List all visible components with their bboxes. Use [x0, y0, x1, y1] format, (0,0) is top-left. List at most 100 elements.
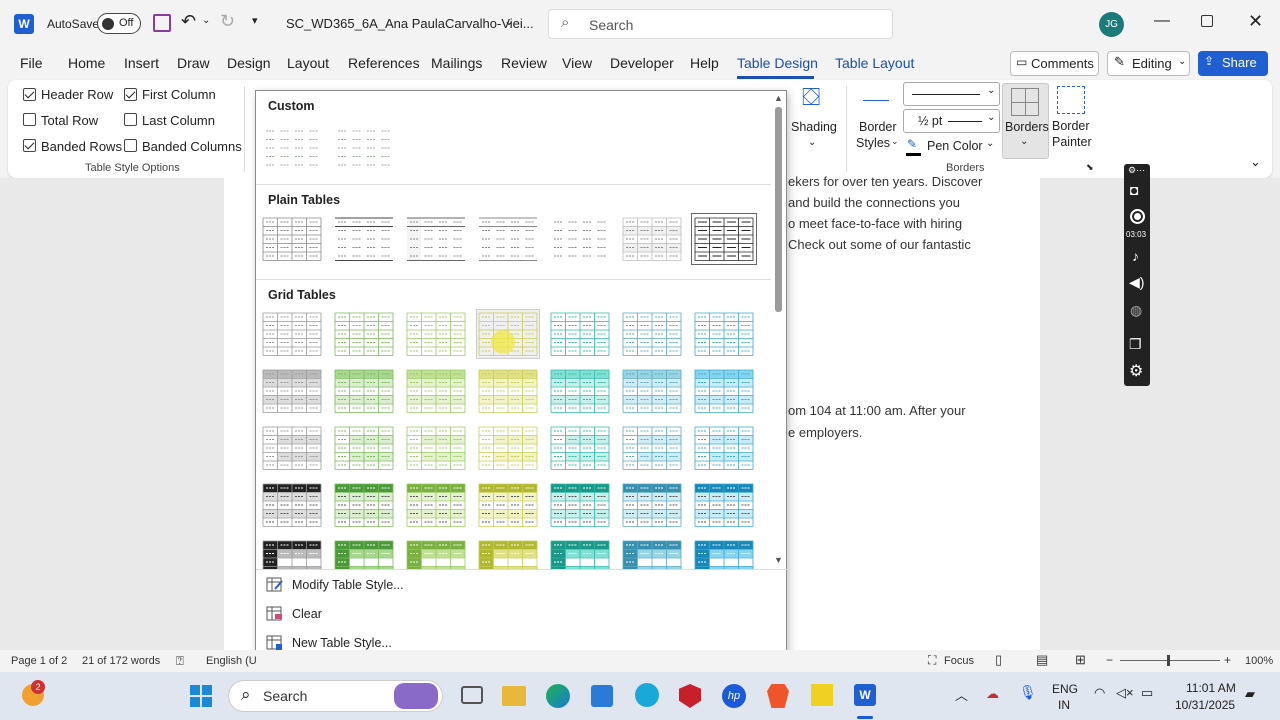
store-icon[interactable] [591, 685, 613, 707]
table-style-grid-5-5[interactable] [549, 538, 611, 569]
table-style-grid-4-6[interactable] [621, 481, 683, 529]
language-status[interactable]: English (U [206, 655, 257, 667]
input-language-line2[interactable]: IN [1058, 698, 1070, 712]
table-style-plain-4[interactable] [477, 215, 539, 263]
table-style-grid-3-1[interactable] [261, 424, 323, 472]
customize-qat-icon[interactable]: ▾ [252, 14, 258, 27]
focus-icon[interactable]: ⛶ [928, 653, 936, 668]
border-styles-button[interactable]: Border Styles ⌄ [854, 88, 904, 158]
camera-icon[interactable]: ◘ [1130, 182, 1138, 198]
tab-references[interactable]: References [348, 55, 420, 71]
hp-icon[interactable]: hp [722, 684, 746, 708]
border-painter-button[interactable]: Border Painter [1051, 84, 1097, 156]
editing-button[interactable]: ✎ Editing ⌄ [1107, 51, 1190, 76]
table-style-grid-3-7[interactable] [693, 424, 755, 472]
table-style-grid-3-5[interactable] [549, 424, 611, 472]
tab-table-design[interactable]: Table Design [737, 55, 818, 71]
web-layout-icon[interactable]: ⊞ [1075, 652, 1086, 668]
table-style-plain-7[interactable] [691, 213, 757, 265]
read-mode-icon[interactable]: ▯ [995, 652, 1002, 668]
table-style-grid-5-6[interactable] [621, 538, 683, 569]
mcafee-icon[interactable] [679, 684, 701, 708]
table-style-grid-5-7[interactable] [693, 538, 755, 569]
table-style-plain-3[interactable] [405, 215, 467, 263]
settings-gear-icon[interactable]: ⚙ [1129, 361, 1143, 381]
microphone-icon[interactable]: ♪ [1132, 248, 1139, 264]
battery-icon[interactable]: ▭ [1141, 685, 1153, 701]
table-style-grid-4-5[interactable] [549, 481, 611, 529]
file-explorer-icon[interactable] [502, 686, 526, 706]
dialog-launcher-icon[interactable]: ⬊ [1086, 162, 1094, 173]
tab-review[interactable]: Review [501, 55, 547, 71]
close-icon[interactable]: ✕ [1248, 11, 1263, 32]
table-style-grid-4-7[interactable] [693, 481, 755, 529]
line-weight-select[interactable]: ½ pt ⌄ [903, 109, 1000, 133]
collapse-ribbon-icon[interactable]: ⌄ [1250, 154, 1261, 170]
table-style-grid-4-3[interactable] [405, 481, 467, 529]
total-row-checkbox[interactable] [23, 113, 36, 126]
vpn-icon[interactable]: ☁ [986, 686, 999, 702]
tab-draw[interactable]: Draw [177, 55, 210, 71]
table-style-grid-2-7[interactable] [693, 367, 755, 415]
banded-rows-checkbox[interactable] [23, 139, 36, 152]
undo-icon[interactable]: ↶ [181, 11, 196, 32]
table-style-grid-1-6[interactable] [621, 310, 683, 358]
word-taskbar-icon[interactable]: W [854, 684, 876, 706]
print-layout-icon[interactable]: ▤ [1036, 652, 1048, 668]
table-style-plain-6[interactable] [621, 215, 683, 263]
clear-menu-item[interactable]: Clear [266, 601, 322, 627]
table-style-grid-1-3[interactable] [405, 310, 467, 358]
header-row-checkbox[interactable] [23, 88, 36, 101]
shading-button[interactable]: ⛋ Shading ⌄ [788, 84, 838, 154]
table-style-grid-1-2[interactable] [333, 310, 395, 358]
table-style-grid-2-5[interactable] [549, 367, 611, 415]
minimize-icon[interactable]: — [1154, 12, 1170, 30]
table-style-grid-5-4[interactable] [477, 538, 539, 569]
zoom-in-icon[interactable]: + [1224, 653, 1231, 667]
scroll-down-icon[interactable]: ▼ [774, 555, 783, 565]
task-view-icon[interactable] [461, 686, 483, 704]
wifi-icon[interactable]: ◠ [1094, 685, 1105, 701]
modify-table-style-menu-item[interactable]: Modify Table Style... [266, 572, 404, 598]
document-name[interactable]: SC_WD365_6A_Ana PaulaCarvalho-Viei... [286, 16, 534, 31]
word-count[interactable]: 21 of 172 words [82, 655, 160, 667]
table-style-grid-3-6[interactable] [621, 424, 683, 472]
input-language-line1[interactable]: ENG [1052, 682, 1078, 696]
notifications-icon[interactable]: ▰ [1245, 686, 1255, 702]
comments-button[interactable]: ▭ Comments [1010, 51, 1099, 76]
clock-date[interactable]: 10/31/2025 [1175, 698, 1235, 712]
table-style-plain-1[interactable] [261, 215, 323, 263]
scrollbar-thumb[interactable] [775, 107, 782, 312]
proofing-icon[interactable]: ⍰ [176, 653, 184, 669]
start-icon[interactable] [190, 685, 212, 707]
autosave-toggle[interactable]: Off [97, 13, 141, 34]
show-hidden-icons[interactable]: ︿ [955, 685, 968, 704]
table-style-grid-2-3[interactable] [405, 367, 467, 415]
restore-icon[interactable] [1201, 15, 1213, 27]
table-style-grid-1-7[interactable] [693, 310, 755, 358]
tab-layout[interactable]: Layout [287, 55, 329, 71]
redo-icon[interactable]: ↻ [220, 11, 235, 32]
taskbar-search[interactable]: ⌕ Search [228, 680, 443, 712]
windows-icon[interactable]: ❐ [1129, 336, 1142, 353]
table-style-grid-3-3[interactable] [405, 424, 467, 472]
table-style-grid-2-6[interactable] [621, 367, 683, 415]
table-style-grid-1-1[interactable] [261, 310, 323, 358]
doc-name-chevron-icon[interactable]: ⌄ [504, 14, 514, 28]
tab-insert[interactable]: Insert [124, 55, 159, 71]
banded-columns-checkbox[interactable] [124, 139, 137, 152]
table-style-grid-2-4[interactable] [477, 367, 539, 415]
microphone-tray-icon[interactable]: 🎙 [1019, 684, 1037, 701]
table-style-plain-5[interactable] [549, 215, 611, 263]
table-style-plain-2[interactable] [333, 215, 395, 263]
first-column-checkbox[interactable] [124, 88, 137, 101]
table-style-grid-5-2[interactable] [333, 538, 395, 569]
table-style-grid-1-4[interactable] [476, 309, 540, 359]
tab-home[interactable]: Home [68, 55, 105, 71]
table-style-grid-3-2[interactable] [333, 424, 395, 472]
borders-button[interactable]: Borders ⌄ [1002, 83, 1049, 159]
record-icon[interactable] [1130, 209, 1145, 224]
save-icon[interactable] [153, 14, 171, 32]
tab-design[interactable]: Design [227, 55, 271, 71]
table-style-grid-4-4[interactable] [477, 481, 539, 529]
